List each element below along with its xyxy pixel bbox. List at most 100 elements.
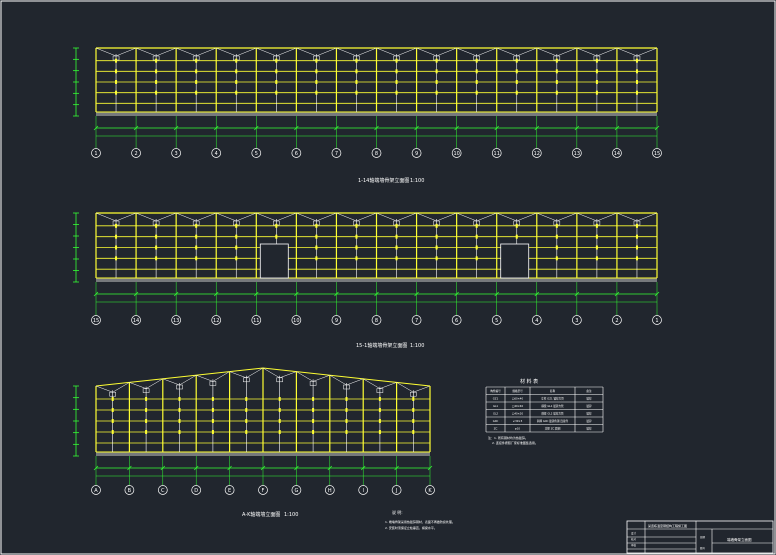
table-cell: 镀锌: [586, 412, 592, 416]
truss-diagonal: [436, 212, 457, 222]
clip-mark: [235, 90, 238, 95]
axis-label: 6: [455, 318, 458, 324]
truss-diagonal: [196, 374, 213, 382]
clip-mark: [195, 256, 198, 261]
axis-label: 7: [335, 151, 338, 157]
clip-mark: [111, 419, 114, 423]
clip-mark: [345, 397, 348, 401]
table-cell: GXC: [493, 419, 499, 423]
clip-mark: [315, 234, 318, 239]
title-block-cell-5: 图号: [700, 546, 706, 550]
truss-diagonal: [536, 212, 557, 222]
clip-mark: [515, 80, 518, 84]
table-cell: 镀锌: [586, 419, 592, 423]
clip-mark: [355, 223, 358, 228]
clip-mark: [395, 80, 398, 84]
clip-mark: [595, 223, 598, 228]
clip-mark: [155, 80, 158, 84]
truss-diagonal: [279, 371, 297, 379]
title-block-drawing-name: 端墙骨架立面图: [727, 537, 752, 542]
axis-label: 15: [654, 151, 660, 157]
table-header-cell: 备注: [586, 389, 592, 393]
truss-diagonal: [416, 212, 437, 222]
clip-mark: [395, 256, 398, 261]
title-block-cell-4: 日期: [700, 535, 706, 539]
clip-mark: [395, 69, 398, 74]
clip-mark: [395, 234, 398, 239]
truss-diagonal: [256, 47, 277, 57]
clip-mark: [195, 80, 198, 84]
axis-label: 10: [293, 318, 299, 324]
title-block-cell-2: 校对: [631, 537, 637, 541]
clip-mark: [395, 245, 398, 250]
truss-diagonal: [115, 212, 137, 222]
truss-diagonal: [135, 212, 157, 222]
clip-mark: [395, 223, 398, 228]
truss-diagonal: [256, 212, 277, 222]
truss-diagonal: [636, 47, 658, 57]
foundation-strip: [96, 452, 430, 456]
title-block-cell-3: 审核: [631, 543, 637, 547]
notes-heading: 说 明:: [392, 509, 403, 515]
table-cell: □40×20: [512, 412, 524, 416]
truss-diagonal: [376, 212, 397, 222]
clip-mark: [595, 90, 598, 95]
clip-mark: [515, 90, 518, 95]
truss-diagonal: [416, 47, 437, 57]
clip-mark: [115, 245, 118, 250]
clip-mark: [155, 90, 158, 95]
axis-label: 9: [335, 318, 338, 324]
clip-mark: [515, 69, 518, 74]
clip-mark: [515, 234, 518, 239]
clip-mark: [475, 90, 478, 95]
clip-mark: [195, 58, 198, 63]
clip-mark: [155, 223, 158, 228]
clip-mark: [278, 408, 281, 412]
foundation-strip: [96, 112, 657, 116]
truss-diagonal: [115, 47, 137, 57]
clip-mark: [345, 408, 348, 412]
clip-mark: [115, 223, 118, 228]
truss-diagonal: [313, 374, 330, 382]
elevation-15-1: 15 14 13 12 11 10 9 8 7 6 5 4 3 2 1: [73, 212, 662, 325]
clip-mark: [515, 223, 518, 228]
truss-diagonal: [456, 47, 477, 57]
clip-mark: [475, 223, 478, 228]
clip-mark: [355, 80, 358, 84]
axis-label: K: [428, 488, 432, 494]
table-cell: 立柱 GZ1 镀锌方管: [541, 397, 564, 401]
truss-diagonal: [576, 212, 597, 222]
clip-mark: [235, 69, 238, 74]
truss-diagonal: [336, 47, 357, 57]
axis-label: B: [128, 488, 132, 494]
elevation-1-scale: 1:100: [410, 178, 424, 184]
truss-diagonal: [516, 47, 537, 57]
table-cell: GZ1: [493, 397, 499, 401]
clip-mark: [315, 256, 318, 261]
elevation-1-14: 1 2 3 4 5 6 7 8 9 10 11 12 13 14 15: [73, 47, 662, 158]
table-header-cell: 名称: [550, 389, 556, 393]
table-cell: 斜撑 GXC 镀锌角钢 连接件: [537, 419, 569, 423]
clip-mark: [195, 234, 198, 239]
clip-mark: [145, 408, 148, 412]
clip-mark: [312, 419, 315, 423]
axis-label: A: [94, 488, 98, 494]
cad-drawing-canvas: 1 2 3 4 5 6 7 8 9 10 11 12 13 14 15 1-14轴端墙骨架立面图 1:100…: [0, 0, 776, 555]
table-cell: ∠30×3: [513, 419, 523, 423]
axis-label: E: [228, 488, 231, 494]
axis-label: D: [194, 488, 198, 494]
clip-mark: [111, 408, 114, 412]
clip-mark: [315, 245, 318, 250]
clip-mark: [435, 90, 438, 95]
door: [259, 243, 289, 279]
clip-mark: [145, 419, 148, 423]
clip-mark: [275, 80, 278, 84]
truss-diagonal: [516, 212, 537, 222]
clip-mark: [378, 430, 381, 434]
notes-line-1: 1. 端墙骨架采用热镀锌钢材，表面不再做防腐处理。: [385, 519, 455, 524]
clip-mark: [315, 90, 318, 95]
truss-diagonal: [536, 47, 557, 57]
truss-diagonal: [576, 47, 597, 57]
foundation-strip: [96, 278, 657, 282]
axis-label: 15: [93, 318, 99, 324]
